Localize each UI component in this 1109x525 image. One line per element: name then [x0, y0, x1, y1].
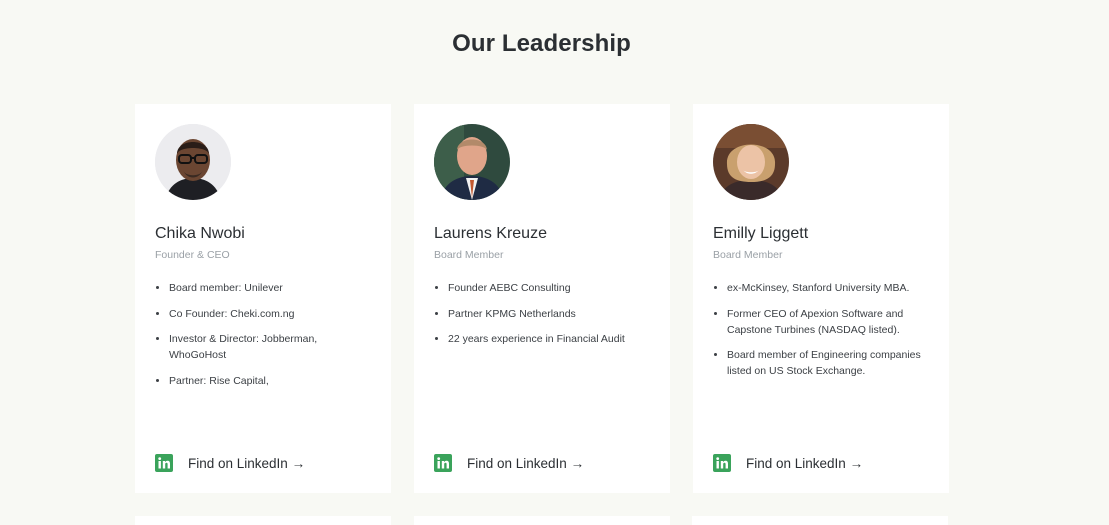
leader-role: Founder & CEO [155, 249, 230, 261]
linkedin-link[interactable]: Find on LinkedIn → [713, 454, 863, 472]
leader-cards: Chika Nwobi Founder & CEO Board member: … [135, 104, 949, 493]
linkedin-link-label: Find on LinkedIn → [746, 455, 864, 471]
list-item: Former CEO of Apexion Software and Capst… [727, 306, 927, 338]
list-item: 22 years experience in Financial Audit [448, 331, 648, 347]
list-item: Partner: Rise Capital, [169, 373, 369, 389]
avatar [434, 124, 510, 200]
avatar [713, 124, 789, 200]
avatar [155, 124, 231, 200]
leadership-page: Our Leadership Chika Nwobi Founder & CEO [0, 0, 1109, 525]
list-item: Co Founder: Cheki.com.ng [169, 306, 369, 322]
linkedin-icon [713, 454, 731, 472]
linkedin-icon [155, 454, 173, 472]
leader-card: Emilly Liggett Board Member ex-McKinsey,… [693, 104, 949, 493]
leader-card [414, 516, 670, 525]
leader-card: Laurens Kreuze Board Member Founder AEBC… [414, 104, 670, 493]
leader-name: Chika Nwobi [155, 225, 245, 242]
leader-name: Laurens Kreuze [434, 225, 547, 242]
linkedin-link[interactable]: Find on LinkedIn → [155, 454, 305, 472]
leader-role: Board Member [713, 249, 783, 261]
linkedin-link[interactable]: Find on LinkedIn → [434, 454, 584, 472]
leader-card [692, 516, 948, 525]
list-item: Board member: Unilever [169, 280, 369, 296]
list-item: Board member of Engineering companies li… [727, 347, 927, 379]
leader-card: Chika Nwobi Founder & CEO Board member: … [135, 104, 391, 493]
linkedin-link-label: Find on LinkedIn → [467, 455, 585, 471]
leader-highlights: ex-McKinsey, Stanford University MBA. Fo… [713, 280, 927, 389]
linkedin-icon [434, 454, 452, 472]
leader-highlights: Founder AEBC Consulting Partner KPMG Net… [434, 280, 648, 357]
list-item: Founder AEBC Consulting [448, 280, 648, 296]
list-item: Investor & Director: Jobberman, WhoGoHos… [169, 331, 369, 363]
leader-name: Emilly Liggett [713, 225, 809, 242]
section-title: Our Leadership [452, 30, 631, 57]
list-item: ex-McKinsey, Stanford University MBA. [727, 280, 927, 296]
linkedin-link-label: Find on LinkedIn → [188, 455, 306, 471]
list-item: Partner KPMG Netherlands [448, 306, 648, 322]
leader-card [135, 516, 391, 525]
leader-highlights: Board member: Unilever Co Founder: Cheki… [155, 280, 369, 398]
leader-role: Board Member [434, 249, 504, 261]
